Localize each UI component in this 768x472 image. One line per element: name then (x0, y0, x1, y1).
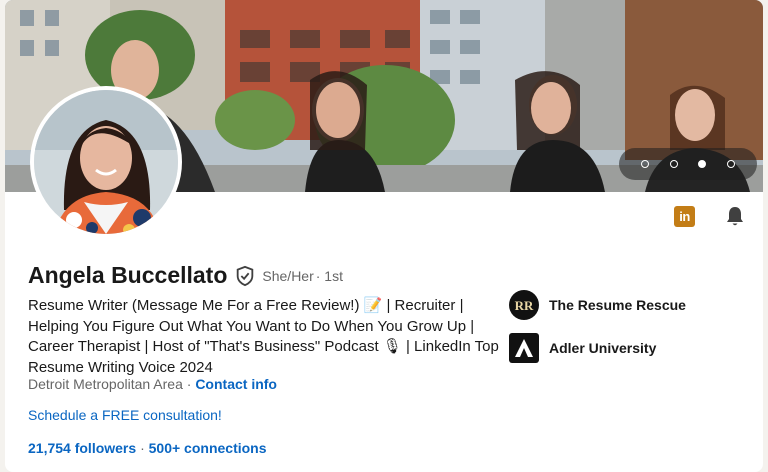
avatar[interactable] (30, 86, 182, 238)
headline: Resume Writer (Message Me For a Free Rev… (28, 297, 499, 376)
stats-separator: · (140, 440, 145, 456)
name-row: Angela Buccellato She/Her · 1st (28, 262, 343, 289)
carousel-dot-1[interactable] (641, 160, 650, 168)
svg-text:RR: RR (515, 298, 534, 313)
avatar-image (34, 90, 178, 234)
carousel-dot-2[interactable] (669, 160, 678, 168)
profile-name: Angela Buccellato (28, 262, 228, 288)
resume-rescue-logo: RR (508, 289, 540, 321)
contact-info-link[interactable]: Contact info (195, 376, 277, 392)
bell-icon[interactable] (723, 204, 747, 228)
linkedin-icon[interactable]: in (674, 206, 695, 227)
followers-link[interactable]: 21,754 followers (28, 440, 136, 456)
org-name: Adler University (549, 340, 657, 356)
connections-link[interactable]: 500+ connections (149, 440, 267, 456)
carousel-dot-4[interactable] (726, 160, 735, 168)
cover-carousel (619, 148, 757, 180)
location-row: Detroit Metropolitan Area · Contact info (28, 376, 277, 392)
pronouns: She/Her (262, 267, 314, 284)
org-name: The Resume Rescue (549, 297, 686, 313)
org-resume-rescue[interactable]: RR The Resume Rescue (508, 289, 686, 321)
stats-row: 21,754 followers · 500+ connections (28, 440, 267, 456)
location-separator: · (186, 376, 192, 392)
adler-university-logo: A (508, 332, 540, 364)
connection-degree: · 1st (315, 267, 343, 284)
profile-card: in Angela Buccellato She/Her · 1st Resum… (5, 0, 763, 472)
schedule-consultation-link[interactable]: Schedule a FREE consultation! (28, 407, 222, 423)
carousel-dot-3[interactable] (698, 160, 707, 168)
org-adler-university[interactable]: A Adler University (508, 332, 656, 364)
verified-shield-icon[interactable] (234, 265, 256, 287)
location: Detroit Metropolitan Area (28, 376, 183, 392)
